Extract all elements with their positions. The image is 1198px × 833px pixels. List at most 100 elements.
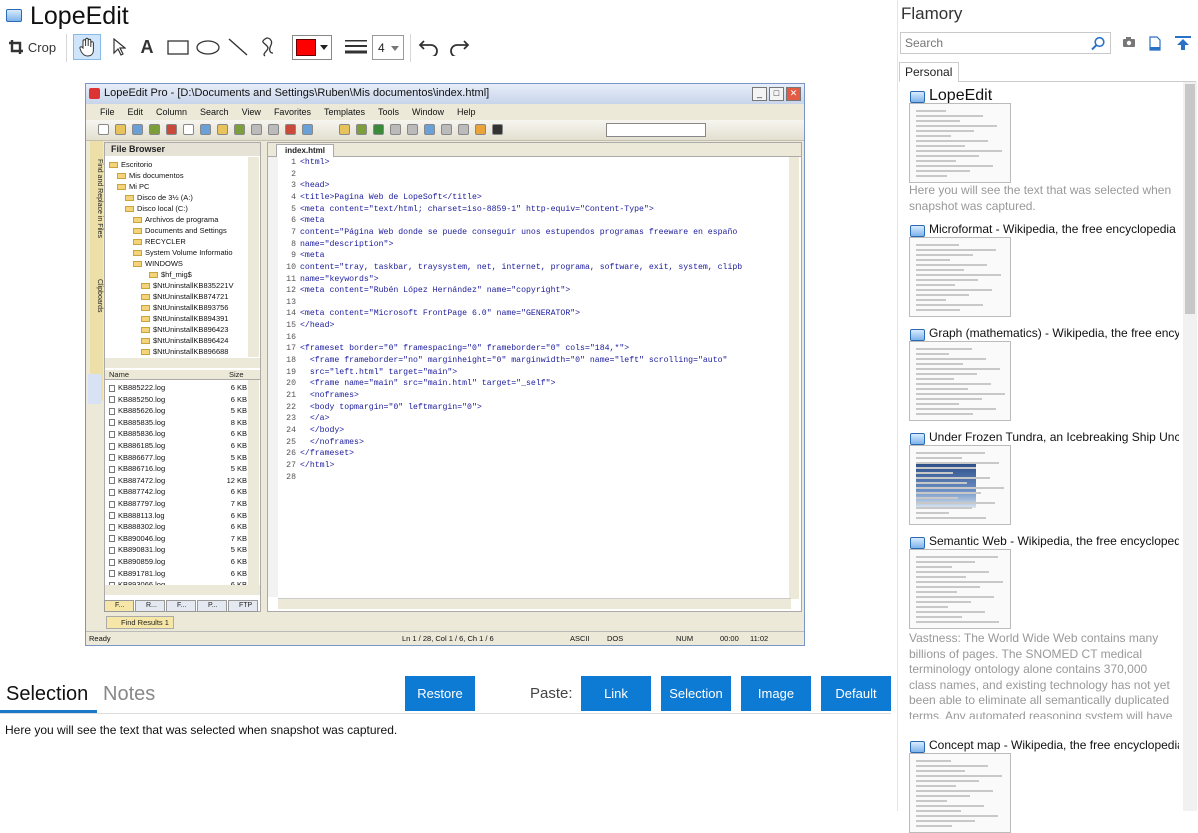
toolbar-icon	[98, 124, 109, 135]
bottom-tab[interactable]: R...	[135, 600, 165, 612]
bottom-tab[interactable]: F...	[104, 600, 134, 612]
tree-item[interactable]: $NtUninstallKB894391	[141, 314, 228, 323]
line-number: 15	[286, 321, 296, 331]
camera-icon[interactable]	[1122, 36, 1138, 50]
tab-selection[interactable]: Selection	[6, 683, 88, 706]
restore-button[interactable]: Restore	[405, 676, 475, 711]
tree-item[interactable]: WINDOWS	[133, 259, 183, 268]
code-text: </head>	[300, 321, 335, 331]
line-tool-button[interactable]	[224, 34, 252, 60]
tree-item[interactable]: Mi PC	[117, 182, 149, 191]
paste-link-button[interactable]: Link	[581, 676, 651, 711]
hand-tool-button[interactable]	[73, 34, 101, 60]
rectangle-tool-button[interactable]	[164, 34, 192, 60]
thumb-text-line	[916, 611, 985, 613]
snapshot-title[interactable]: Concept map - Wikipedia, the free encycl…	[929, 738, 1179, 752]
code-text: <meta content="Microsoft FrontPage 6.0" …	[300, 309, 581, 319]
file-row[interactable]: KB886716.log 5 KB	[109, 464, 247, 473]
bottom-tab[interactable]: P...	[197, 600, 227, 612]
thumb-text-line	[916, 383, 991, 385]
selected-text[interactable]: Here you will see the text that was sele…	[5, 723, 397, 737]
file-row[interactable]: KB885836.log 6 KB	[109, 429, 247, 438]
tree-item[interactable]: $NtUninstallKB835221V	[141, 281, 233, 290]
tab-notes[interactable]: Notes	[103, 683, 155, 706]
tree-item[interactable]: Archivos de programa	[133, 215, 218, 224]
tree-item[interactable]: $NtUninstallKB893756	[141, 303, 228, 312]
file-row[interactable]: KB886185.log 6 KB	[109, 441, 247, 450]
file-row[interactable]: KB890859.log 6 KB	[109, 557, 247, 566]
line-width-button[interactable]	[342, 34, 370, 60]
freehand-tool-button[interactable]	[254, 34, 282, 60]
pane-divider[interactable]	[897, 0, 898, 811]
paste-selection-button[interactable]: Selection	[661, 676, 731, 711]
file-row[interactable]: KB885250.log 6 KB	[109, 395, 247, 404]
thumb-text-line	[916, 120, 960, 122]
sidebar-scroll-thumb[interactable]	[1185, 84, 1195, 314]
file-row[interactable]: KB887797.log 7 KB	[109, 499, 247, 508]
tree-item[interactable]: Mis documentos	[117, 171, 184, 180]
tree-item[interactable]: $hf_mig$	[149, 270, 192, 279]
file-row[interactable]: KB885835.log 8 KB	[109, 418, 247, 427]
tree-item[interactable]: Disco de 3½ (A:)	[125, 193, 193, 202]
bottom-tab[interactable]: FTP	[228, 600, 258, 612]
snapshot-thumbnail[interactable]	[909, 237, 1011, 317]
thumb-text-line	[916, 115, 983, 117]
file-name: KB890831.log	[118, 545, 166, 555]
thumb-text-line	[916, 581, 1003, 583]
snapshot-title[interactable]: Graph (mathematics) - Wikipedia, the fre…	[929, 326, 1179, 340]
paste-image-button[interactable]: Image	[741, 676, 811, 711]
search-icon[interactable]	[1090, 36, 1106, 51]
snapshot-thumbnail[interactable]	[909, 103, 1011, 183]
menu-item: View	[241, 107, 261, 117]
line-width-select[interactable]: 4	[372, 35, 404, 60]
tab-personal[interactable]: Personal	[899, 62, 959, 82]
snapshot-thumbnail[interactable]	[909, 341, 1011, 421]
tree-item[interactable]: Disco local (C:)	[125, 204, 188, 213]
snapshot-title[interactable]: Semantic Web - Wikipedia, the free encyc…	[929, 534, 1179, 548]
tree-item[interactable]: System Volume Informatio	[133, 248, 233, 257]
log-file-icon	[109, 570, 115, 578]
undo-button[interactable]	[416, 34, 442, 60]
folder-icon	[133, 250, 142, 257]
snapshot-title[interactable]: Under Frozen Tundra, an Icebreaking Ship…	[929, 430, 1179, 444]
tree-item[interactable]: $NtUninstallKB874721	[141, 292, 228, 301]
file-row[interactable]: KB888113.log 6 KB	[109, 511, 247, 520]
text-tool-button[interactable]: A	[134, 34, 160, 60]
thumb-text-line	[916, 467, 976, 469]
log-file-icon	[109, 419, 115, 427]
tree-item[interactable]: RECYCLER	[133, 237, 186, 246]
color-picker[interactable]	[292, 35, 332, 60]
pin-top-icon[interactable]	[1175, 36, 1191, 50]
code-text: <html>	[300, 158, 330, 167]
tree-item[interactable]: $NtUninstallKB896423	[141, 325, 228, 334]
file-row[interactable]: KB885222.log 6 KB	[109, 383, 247, 392]
line-number: 16	[286, 332, 296, 342]
snapshot-thumbnail[interactable]	[909, 445, 1011, 525]
snapshot-image[interactable]: LopeEdit Pro - [D:\Documents and Setting…	[85, 83, 805, 646]
file-row[interactable]: KB887472.log 12 KB	[109, 476, 247, 485]
file-row[interactable]: KB890046.log 7 KB	[109, 534, 247, 543]
tree-item[interactable]: $NtUninstallKB896424	[141, 336, 228, 345]
ellipse-tool-button[interactable]	[194, 34, 222, 60]
snapshot-thumbnail[interactable]	[909, 753, 1011, 833]
file-row[interactable]: KB888302.log 6 KB	[109, 522, 247, 531]
file-row[interactable]: KB887742.log 6 KB	[109, 487, 247, 496]
file-row[interactable]: KB886677.log 5 KB	[109, 453, 247, 462]
redo-button[interactable]	[446, 34, 472, 60]
folder-icon	[141, 283, 150, 290]
search-input[interactable]	[900, 32, 1111, 54]
tree-item[interactable]: Escritorio	[109, 160, 152, 169]
bottom-tab[interactable]: F...	[166, 600, 196, 612]
file-row[interactable]: KB885626.log 5 KB	[109, 406, 247, 415]
paste-default-button[interactable]: Default	[821, 676, 891, 711]
snapshot-title[interactable]: Microformat - Wikipedia, the free encycl…	[929, 222, 1179, 236]
file-row[interactable]: KB891781.log 6 KB	[109, 569, 247, 578]
file-row[interactable]: KB890831.log 5 KB	[109, 545, 247, 554]
snapshot-thumbnail[interactable]	[909, 549, 1011, 629]
tree-item[interactable]: Documents and Settings	[133, 226, 227, 235]
crop-button[interactable]: Crop	[6, 34, 58, 60]
line-number: 22	[286, 402, 296, 412]
document-icon[interactable]	[1149, 36, 1165, 51]
tree-item[interactable]: $NtUninstallKB896688	[141, 347, 228, 356]
select-tool-button[interactable]	[106, 34, 132, 60]
